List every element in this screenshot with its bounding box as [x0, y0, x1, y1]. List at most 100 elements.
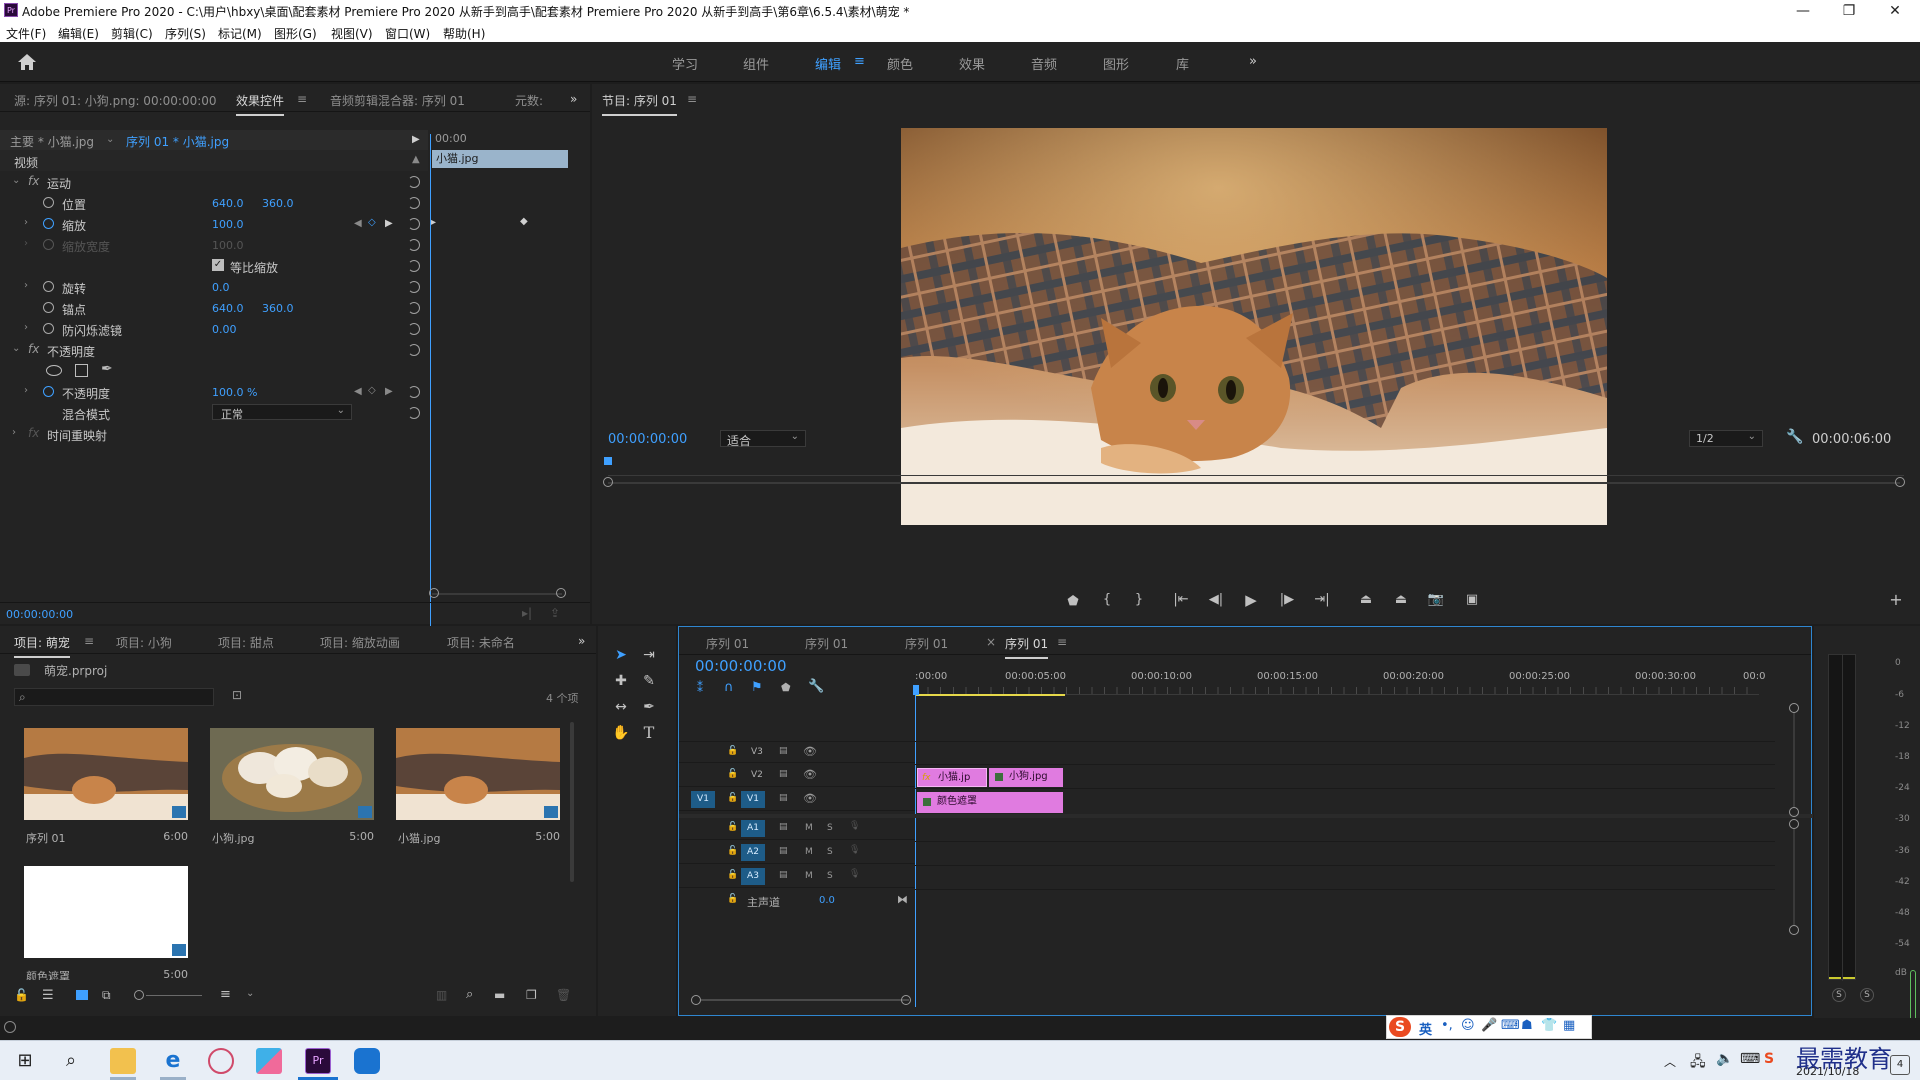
- tab-sequence-01-active[interactable]: 序列 01: [1005, 635, 1049, 659]
- project-scrollbar[interactable]: [570, 722, 574, 882]
- track-label[interactable]: V3: [751, 747, 763, 757]
- edge-browser-icon[interactable]: e: [160, 1048, 186, 1074]
- panel-menu-icon[interactable]: ≡: [84, 634, 94, 648]
- tab-project-suofang[interactable]: 项目: 缩放动画: [320, 634, 400, 651]
- blue-app-icon[interactable]: [354, 1048, 380, 1074]
- effect-controls-timecode[interactable]: 00:00:00:00: [6, 608, 73, 621]
- panel-more-button[interactable]: »: [570, 92, 577, 106]
- panel-menu-icon[interactable]: ≡: [687, 92, 697, 106]
- workspace-more-button[interactable]: »: [1249, 54, 1257, 69]
- tab-project-tiandian[interactable]: 项目: 甜点: [218, 634, 274, 651]
- menu-file[interactable]: 文件(F): [6, 25, 46, 42]
- ime-mode-toggle[interactable]: 英: [1419, 1019, 1432, 1038]
- chevron-down-icon[interactable]: ⌄: [12, 175, 20, 186]
- program-time-ruler[interactable]: [608, 462, 1904, 476]
- track-header-v2[interactable]: 🔓 V2 ▤ 👁: [679, 765, 915, 787]
- volume-icon[interactable]: 🔈: [1716, 1051, 1733, 1067]
- export-icon[interactable]: ⇪: [550, 606, 560, 620]
- master-volume-value[interactable]: 0.0: [819, 895, 835, 906]
- ime-voice-icon[interactable]: 🎤: [1481, 1018, 1497, 1033]
- eye-icon[interactable]: 👁: [803, 792, 817, 805]
- network-icon[interactable]: 🖧: [1690, 1051, 1706, 1075]
- wrench-icon[interactable]: 🔧: [1786, 429, 1803, 445]
- v-scroll-handle-bottom[interactable]: [1789, 807, 1799, 817]
- timeline-playhead-handle[interactable]: [913, 685, 919, 695]
- workspace-libraries[interactable]: 库: [1176, 54, 1189, 73]
- sogou-ime-icon[interactable]: S: [1389, 1017, 1411, 1037]
- effect-row-rotation[interactable]: › 旋转 0.0: [0, 276, 428, 297]
- tab-close-icon[interactable]: ×: [986, 635, 996, 649]
- solo-button[interactable]: S: [827, 823, 833, 833]
- workspace-color[interactable]: 颜色: [887, 54, 913, 73]
- hand-tool-icon[interactable]: ✋: [610, 722, 632, 744]
- wrench-icon[interactable]: 🔧: [808, 679, 824, 694]
- ime-tray-icon[interactable]: ⌨: [1740, 1051, 1760, 1067]
- chevron-right-icon[interactable]: ›: [24, 280, 28, 291]
- a-scroll-handle-top[interactable]: [1789, 819, 1799, 829]
- tab-effect-controls[interactable]: 效果控件: [236, 92, 285, 116]
- track-header-a2[interactable]: 🔓 A2 ▤ M S 🎙: [679, 842, 915, 864]
- audio-vertical-scrollbar[interactable]: [1793, 829, 1795, 925]
- master-go-to-icon[interactable]: ⧓: [897, 893, 908, 906]
- screenshot-tool-icon[interactable]: [208, 1048, 234, 1074]
- reset-icon[interactable]: [408, 344, 420, 356]
- slip-tool-icon[interactable]: ↔: [610, 696, 632, 718]
- voiceover-mic-icon[interactable]: 🎙: [849, 821, 860, 831]
- position-y-value[interactable]: 360.0: [262, 197, 294, 210]
- eye-icon[interactable]: 👁: [803, 768, 817, 781]
- windows-start-icon[interactable]: ⊞: [12, 1048, 38, 1074]
- v-scroll-handle-top[interactable]: [1789, 703, 1799, 713]
- workspace-audio[interactable]: 音频: [1031, 54, 1057, 73]
- lock-icon[interactable]: 🔓: [727, 793, 738, 803]
- panel-more-button[interactable]: »: [578, 634, 585, 648]
- premiere-taskbar-icon[interactable]: Pr: [305, 1048, 331, 1074]
- pen-tool-icon[interactable]: ✒: [638, 696, 660, 718]
- go-to-in-icon[interactable]: |⇤: [1170, 592, 1192, 607]
- workspace-graphics[interactable]: 图形: [1103, 54, 1129, 73]
- ime-toolbox-icon[interactable]: ▦: [1563, 1018, 1575, 1033]
- sync-lock-icon[interactable]: ▤: [779, 793, 788, 803]
- clip-color-matte[interactable]: 颜色遮罩: [917, 792, 1063, 813]
- menu-clip[interactable]: 剪辑(C): [111, 25, 153, 42]
- sync-lock-icon[interactable]: ▤: [779, 746, 788, 756]
- prev-keyframe-icon[interactable]: ◀: [354, 386, 362, 397]
- tab-project-untitled[interactable]: 项目: 未命名: [447, 634, 515, 651]
- tab-program-monitor[interactable]: 节目: 序列 01: [602, 92, 677, 116]
- solo-button[interactable]: S: [827, 871, 833, 881]
- icon-view-icon[interactable]: [76, 990, 88, 1000]
- tab-metadata[interactable]: 元数:: [515, 92, 543, 109]
- sync-lock-icon[interactable]: ▤: [779, 769, 788, 779]
- effect-row-opacity[interactable]: › 不透明度 100.0 % ◀ ◇ ▶: [0, 381, 428, 402]
- lock-icon[interactable]: 🔓: [14, 988, 29, 1002]
- keyframe-start-icon[interactable]: ▸: [431, 217, 436, 228]
- workspace-effects[interactable]: 效果: [959, 54, 985, 73]
- voiceover-mic-icon[interactable]: 🎙: [849, 869, 860, 879]
- zoom-slider-handle[interactable]: [134, 990, 144, 1000]
- zoom-handle-right[interactable]: [556, 588, 566, 598]
- reset-icon[interactable]: [408, 302, 420, 314]
- next-keyframe-icon[interactable]: ▶: [385, 386, 393, 397]
- add-keyframe-icon[interactable]: ◇: [368, 217, 376, 228]
- stopwatch-icon[interactable]: [43, 302, 54, 313]
- ime-keyboard-icon[interactable]: ⌨: [1501, 1018, 1520, 1033]
- tab-sequence-01-b[interactable]: 序列 01: [805, 635, 848, 652]
- lock-icon[interactable]: 🔓: [727, 846, 738, 856]
- stopwatch-active-icon[interactable]: [43, 218, 54, 229]
- track-target-a2[interactable]: A2: [741, 844, 765, 861]
- master-clip-label[interactable]: 主要 * 小猫.jpg: [10, 133, 94, 150]
- tab-project-xiaogou[interactable]: 项目: 小狗: [116, 634, 172, 651]
- step-back-icon[interactable]: ◀|: [1205, 592, 1227, 607]
- effect-row-blend-mode[interactable]: 混合模式 正常 ⌄: [0, 402, 428, 423]
- lock-icon[interactable]: 🔓: [727, 746, 738, 756]
- type-tool-icon[interactable]: T: [638, 722, 660, 744]
- reset-icon[interactable]: [408, 386, 420, 398]
- selection-tool-icon[interactable]: ➤: [610, 644, 632, 666]
- reset-icon[interactable]: [408, 407, 420, 419]
- work-area-bar[interactable]: [915, 694, 1065, 696]
- reset-icon[interactable]: [408, 260, 420, 272]
- razor-tool-icon[interactable]: ✎: [638, 670, 660, 692]
- ime-punctuation-toggle[interactable]: •,: [1441, 1018, 1453, 1033]
- anchor-x-value[interactable]: 640.0: [212, 302, 244, 315]
- timeline-timecode[interactable]: 00:00:00:00: [695, 657, 787, 675]
- workspace-menu-icon[interactable]: ≡: [854, 54, 865, 69]
